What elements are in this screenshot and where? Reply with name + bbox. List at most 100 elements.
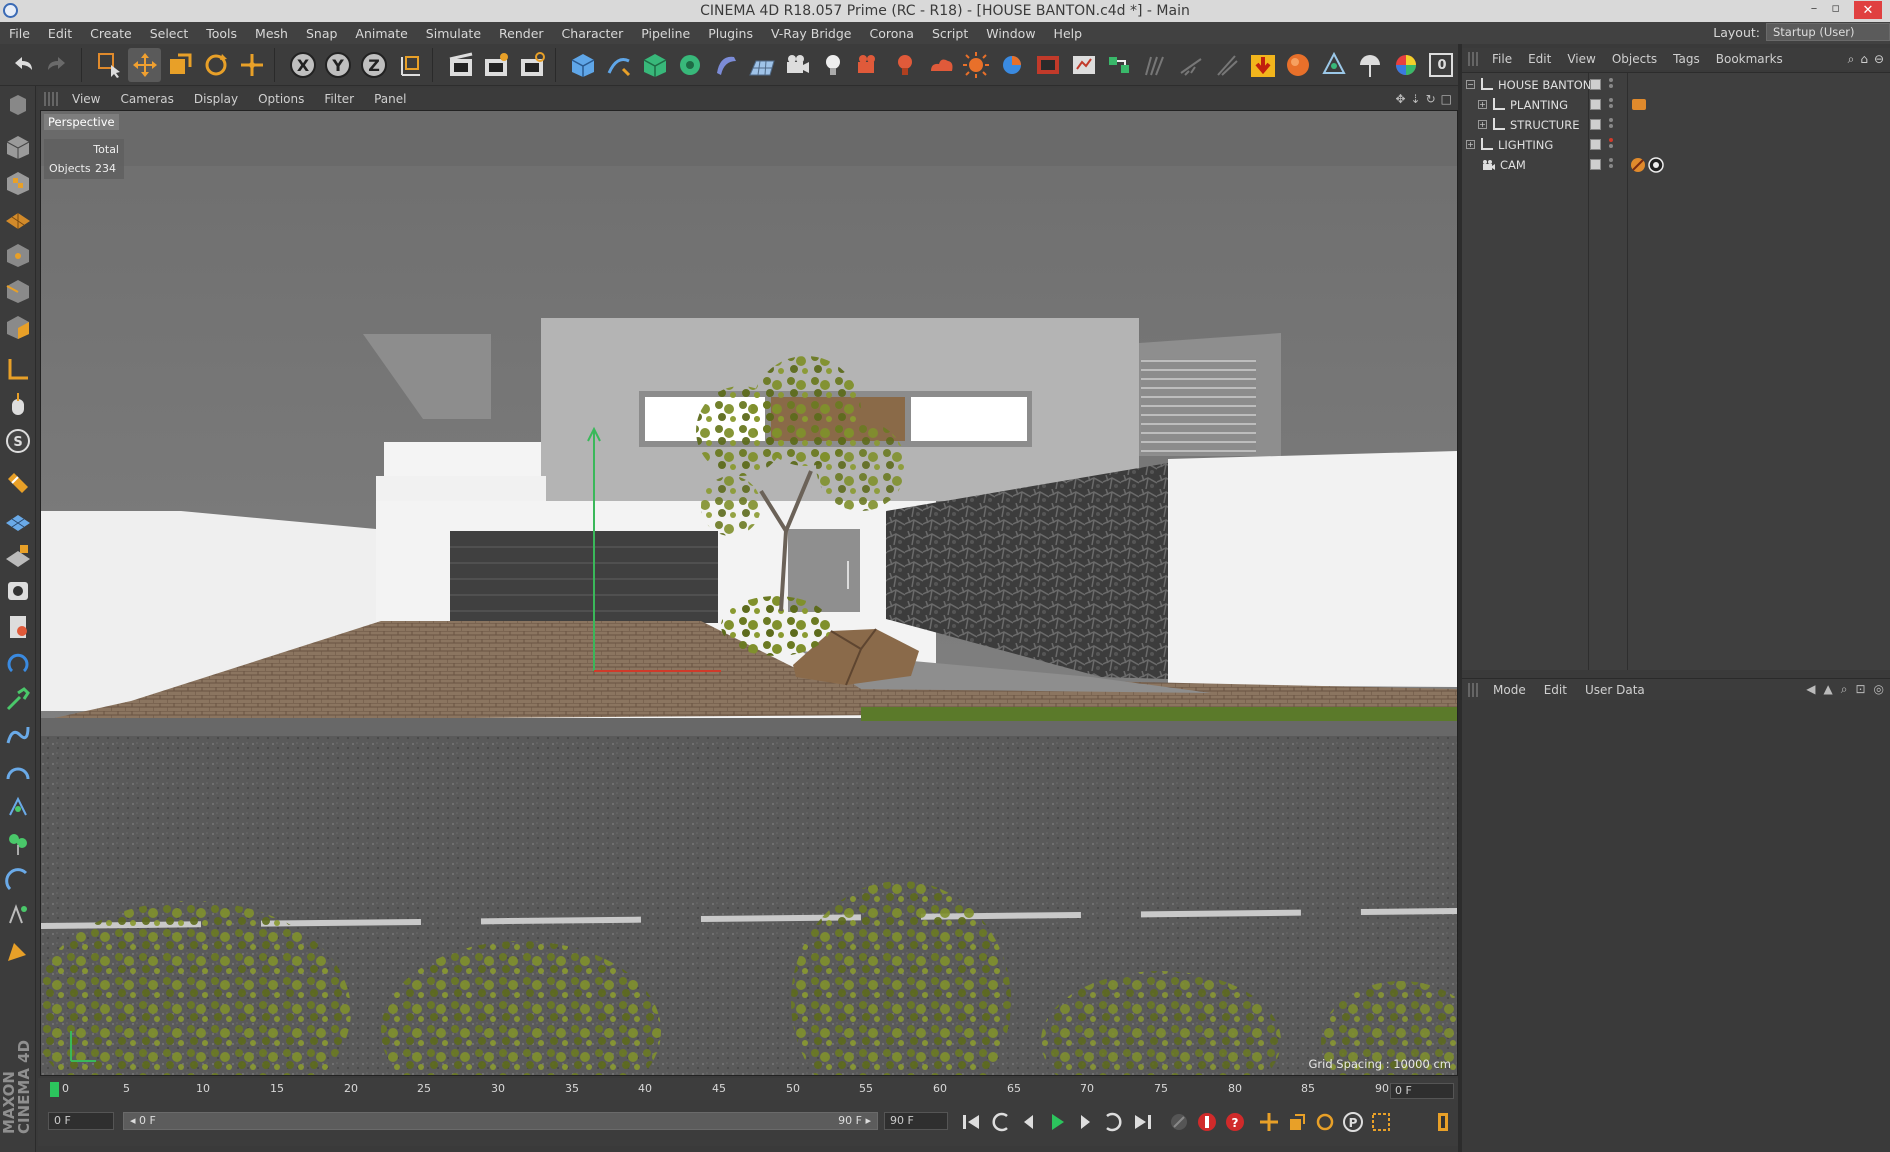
object-name[interactable]: CAM [1500, 158, 1526, 172]
timeline-scheme-icon[interactable] [1430, 1109, 1456, 1135]
corona-scatter-icon[interactable] [1318, 48, 1351, 82]
render-picture-viewer-icon[interactable] [480, 48, 513, 82]
current-frame-field[interactable]: 0 F [1390, 1083, 1454, 1099]
panel-layout-icon[interactable]: 0 [1425, 48, 1458, 82]
timeline-ruler[interactable]: 0 5 10 15 20 25 30 35 40 45 50 55 60 65 … [38, 1078, 1458, 1100]
menu-create[interactable]: Create [81, 26, 141, 41]
axis-mode-icon[interactable] [1, 352, 35, 386]
key-parameter-icon[interactable]: P [1340, 1109, 1366, 1135]
points-mode-icon[interactable] [1, 238, 35, 272]
menu-window[interactable]: Window [977, 26, 1044, 41]
layer-visibility-icon[interactable] [1590, 119, 1601, 130]
undo-icon[interactable] [6, 48, 39, 82]
pan-view-icon[interactable]: ✥ [1395, 92, 1405, 106]
layer-visibility-icon[interactable] [1590, 99, 1601, 110]
model-mode-icon[interactable] [1, 130, 35, 164]
viewport-menu-cameras[interactable]: Cameras [110, 92, 183, 106]
previous-key-icon[interactable] [988, 1109, 1014, 1135]
cloner-icon[interactable] [674, 48, 707, 82]
plant-tool-icon[interactable] [1, 826, 35, 860]
tweak-mode-icon[interactable] [1, 388, 35, 422]
vray-camera-icon[interactable] [853, 48, 886, 82]
layer-visibility-icon[interactable] [1590, 139, 1601, 150]
visibility-dots[interactable] [1609, 138, 1613, 151]
corona-vfb-icon[interactable] [1282, 48, 1315, 82]
am-menu-edit[interactable]: Edit [1535, 683, 1576, 697]
snapping-icon[interactable]: S [1, 424, 35, 458]
expand-toggle[interactable]: + [1466, 140, 1475, 149]
object-name[interactable]: LIGHTING [1498, 138, 1553, 152]
back-arrow-icon[interactable]: ◀ [1806, 682, 1815, 697]
camera-tag-icon[interactable] [1648, 157, 1664, 173]
menu-help[interactable]: Help [1045, 26, 1092, 41]
key-position-icon[interactable] [1256, 1109, 1282, 1135]
menu-plugins[interactable]: Plugins [699, 26, 762, 41]
menu-render[interactable]: Render [490, 26, 553, 41]
menu-animate[interactable]: Animate [346, 26, 416, 41]
hair-cut-icon[interactable] [1210, 48, 1243, 82]
grip-handle-icon[interactable] [1468, 52, 1480, 66]
coordinate-system-icon[interactable] [394, 48, 427, 82]
polygons-mode-icon[interactable] [1, 310, 35, 344]
am-menu-mode[interactable]: Mode [1484, 683, 1535, 697]
protection-tag-icon[interactable] [1630, 157, 1646, 173]
minimize-button[interactable]: – [1811, 1, 1818, 19]
rotate-view-icon[interactable]: ↻ [1426, 92, 1436, 106]
previous-frame-icon[interactable] [1016, 1109, 1042, 1135]
color-picker-icon[interactable] [1389, 48, 1422, 82]
grip-handle-icon[interactable] [44, 92, 58, 106]
viewport-menu-display[interactable]: Display [184, 92, 248, 106]
expand-toggle[interactable]: − [1466, 80, 1475, 89]
hair-tool-icon[interactable] [1139, 48, 1172, 82]
spline-tool-icon[interactable] [1, 718, 35, 752]
viewport-menu-options[interactable]: Options [248, 92, 314, 106]
om-menu-view[interactable]: View [1559, 52, 1603, 66]
record-active-objects-icon[interactable] [1194, 1109, 1220, 1135]
menu-edit[interactable]: Edit [39, 26, 81, 41]
om-menu-objects[interactable]: Objects [1604, 52, 1665, 66]
play-forward-icon[interactable] [1044, 1109, 1070, 1135]
record-keys-disabled-icon[interactable] [1166, 1109, 1192, 1135]
visibility-dots[interactable] [1609, 158, 1613, 171]
object-row-house-banton[interactable]: − HOUSE BANTON [1462, 75, 1890, 95]
paint-icon[interactable] [1, 898, 35, 932]
corona-render-icon[interactable] [1246, 48, 1279, 82]
viewport-menu-filter[interactable]: Filter [314, 92, 364, 106]
viewport-camera-label[interactable]: Perspective [44, 114, 119, 130]
menu-mesh[interactable]: Mesh [246, 26, 297, 41]
scatter-tool-icon[interactable] [1, 790, 35, 824]
subdivision-surface-icon[interactable] [638, 48, 671, 82]
scale-tool-icon[interactable] [164, 48, 197, 82]
search-icon[interactable]: ⌕ [1841, 682, 1848, 697]
redo-icon[interactable] [42, 48, 75, 82]
visibility-dots[interactable] [1609, 78, 1613, 91]
vray-settings-icon[interactable] [1067, 48, 1100, 82]
menu-simulate[interactable]: Simulate [417, 26, 490, 41]
object-name[interactable]: STRUCTURE [1510, 118, 1579, 132]
move-tool-icon[interactable] [128, 47, 162, 82]
object-row-lighting[interactable]: + LIGHTING [1462, 135, 1890, 155]
key-rotation-icon[interactable] [1312, 1109, 1338, 1135]
object-name[interactable]: HOUSE BANTON [1498, 78, 1591, 92]
timeline-playhead[interactable] [50, 1082, 59, 1097]
key-pla-icon[interactable] [1368, 1109, 1394, 1135]
autokeying-icon[interactable]: ? [1222, 1109, 1248, 1135]
new-manager-icon[interactable]: ◎ [1874, 682, 1884, 697]
end-frame-field[interactable]: 90 F [884, 1112, 948, 1130]
menu-snap[interactable]: Snap [297, 26, 346, 41]
maximize-view-icon[interactable]: □ [1441, 92, 1452, 106]
go-to-end-icon[interactable] [1130, 1109, 1156, 1135]
hair-comb-icon[interactable] [1175, 48, 1208, 82]
home-icon[interactable]: ⌂ [1860, 52, 1868, 67]
om-menu-tags[interactable]: Tags [1665, 52, 1708, 66]
expand-toggle[interactable]: + [1478, 120, 1487, 129]
display-tag-icon[interactable] [1632, 99, 1646, 110]
camera-icon[interactable] [781, 48, 814, 82]
object-row-planting[interactable]: + PLANTING [1462, 95, 1890, 115]
rotate-tool-icon[interactable] [200, 48, 233, 82]
viewport-menu-view[interactable]: View [62, 92, 110, 106]
om-menu-bookmarks[interactable]: Bookmarks [1708, 52, 1791, 66]
search-icon[interactable]: ⌕ [1848, 52, 1855, 67]
corona-sun-sky-icon[interactable] [1353, 48, 1386, 82]
close-button[interactable]: ✕ [1854, 1, 1882, 19]
